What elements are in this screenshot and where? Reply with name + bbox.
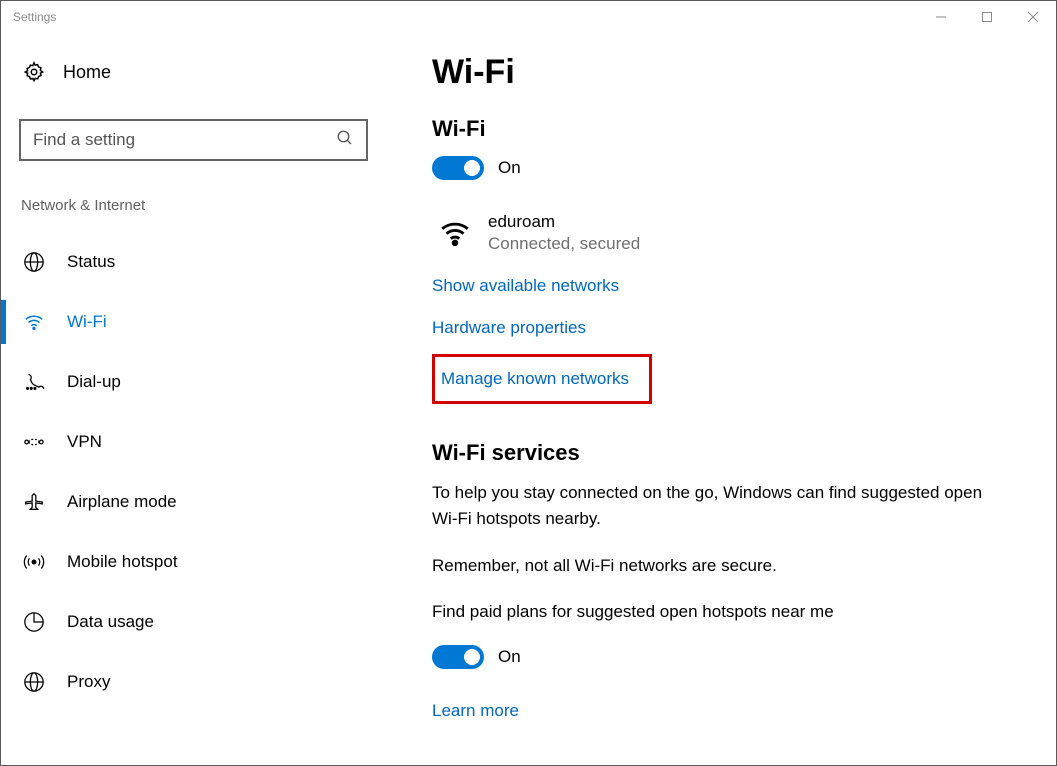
sidebar-item-proxy[interactable]: Proxy [19, 652, 368, 712]
titlebar: Settings [1, 1, 1056, 33]
sidebar-item-label: Dial-up [67, 372, 121, 392]
sidebar-item-wifi[interactable]: Wi-Fi [19, 292, 368, 352]
hardware-properties-link[interactable]: Hardware properties [432, 312, 1016, 344]
search-input[interactable] [33, 130, 336, 150]
search-icon [336, 129, 354, 152]
sidebar-item-label: Mobile hotspot [67, 552, 178, 572]
paid-plans-label: Find paid plans for suggested open hotsp… [432, 599, 1012, 625]
proxy-icon [23, 671, 45, 693]
services-body-1: To help you stay connected on the go, Wi… [432, 480, 1012, 533]
main-panel: Wi-Fi Wi-Fi On eduroam Connected, secure… [386, 53, 1056, 765]
airplane-icon [23, 491, 45, 513]
dialup-icon [23, 371, 45, 393]
sidebar-item-hotspot[interactable]: Mobile hotspot [19, 532, 368, 592]
wifi-toggle[interactable] [432, 156, 484, 180]
page-title: Wi-Fi [432, 53, 1016, 92]
home-nav[interactable]: Home [19, 53, 368, 91]
sidebar-item-status[interactable]: Status [19, 232, 368, 292]
network-name: eduroam [488, 212, 640, 232]
maximize-button[interactable] [964, 1, 1010, 33]
gear-icon [23, 61, 45, 83]
wifi-services-title: Wi-Fi services [432, 440, 1016, 466]
sidebar-item-label: VPN [67, 432, 102, 452]
home-label: Home [63, 62, 111, 83]
paid-plans-toggle[interactable] [432, 645, 484, 669]
show-available-networks-link[interactable]: Show available networks [432, 270, 1016, 302]
close-button[interactable] [1010, 1, 1056, 33]
vpn-icon [23, 431, 45, 453]
wifi-section-title: Wi-Fi [432, 116, 1016, 142]
sidebar-item-airplane[interactable]: Airplane mode [19, 472, 368, 532]
minimize-button[interactable] [918, 1, 964, 33]
learn-more-link[interactable]: Learn more [432, 701, 519, 720]
manage-known-networks-link[interactable]: Manage known networks [432, 354, 652, 404]
paid-plans-toggle-state: On [498, 647, 521, 667]
window-title: Settings [13, 10, 56, 24]
sidebar-item-label: Data usage [67, 612, 154, 632]
sidebar-item-label: Wi-Fi [67, 312, 107, 332]
sidebar: Home Network & Internet Status [1, 53, 386, 765]
data-usage-icon [23, 611, 45, 633]
sidebar-item-label: Proxy [67, 672, 110, 692]
services-body-2: Remember, not all Wi-Fi networks are sec… [432, 553, 1012, 579]
network-status: Connected, secured [488, 234, 640, 254]
wifi-toggle-state: On [498, 158, 521, 178]
sidebar-item-label: Status [67, 252, 115, 272]
hotspot-icon [23, 551, 45, 573]
sidebar-item-datausage[interactable]: Data usage [19, 592, 368, 652]
search-box[interactable] [19, 119, 368, 161]
wifi-signal-icon [438, 216, 470, 248]
globe-icon [23, 251, 45, 273]
sidebar-item-dialup[interactable]: Dial-up [19, 352, 368, 412]
wifi-icon [23, 311, 45, 333]
sidebar-item-label: Airplane mode [67, 492, 177, 512]
sidebar-item-vpn[interactable]: VPN [19, 412, 368, 472]
category-header: Network & Internet [19, 197, 368, 214]
current-network[interactable]: eduroam Connected, secured [432, 212, 1016, 254]
